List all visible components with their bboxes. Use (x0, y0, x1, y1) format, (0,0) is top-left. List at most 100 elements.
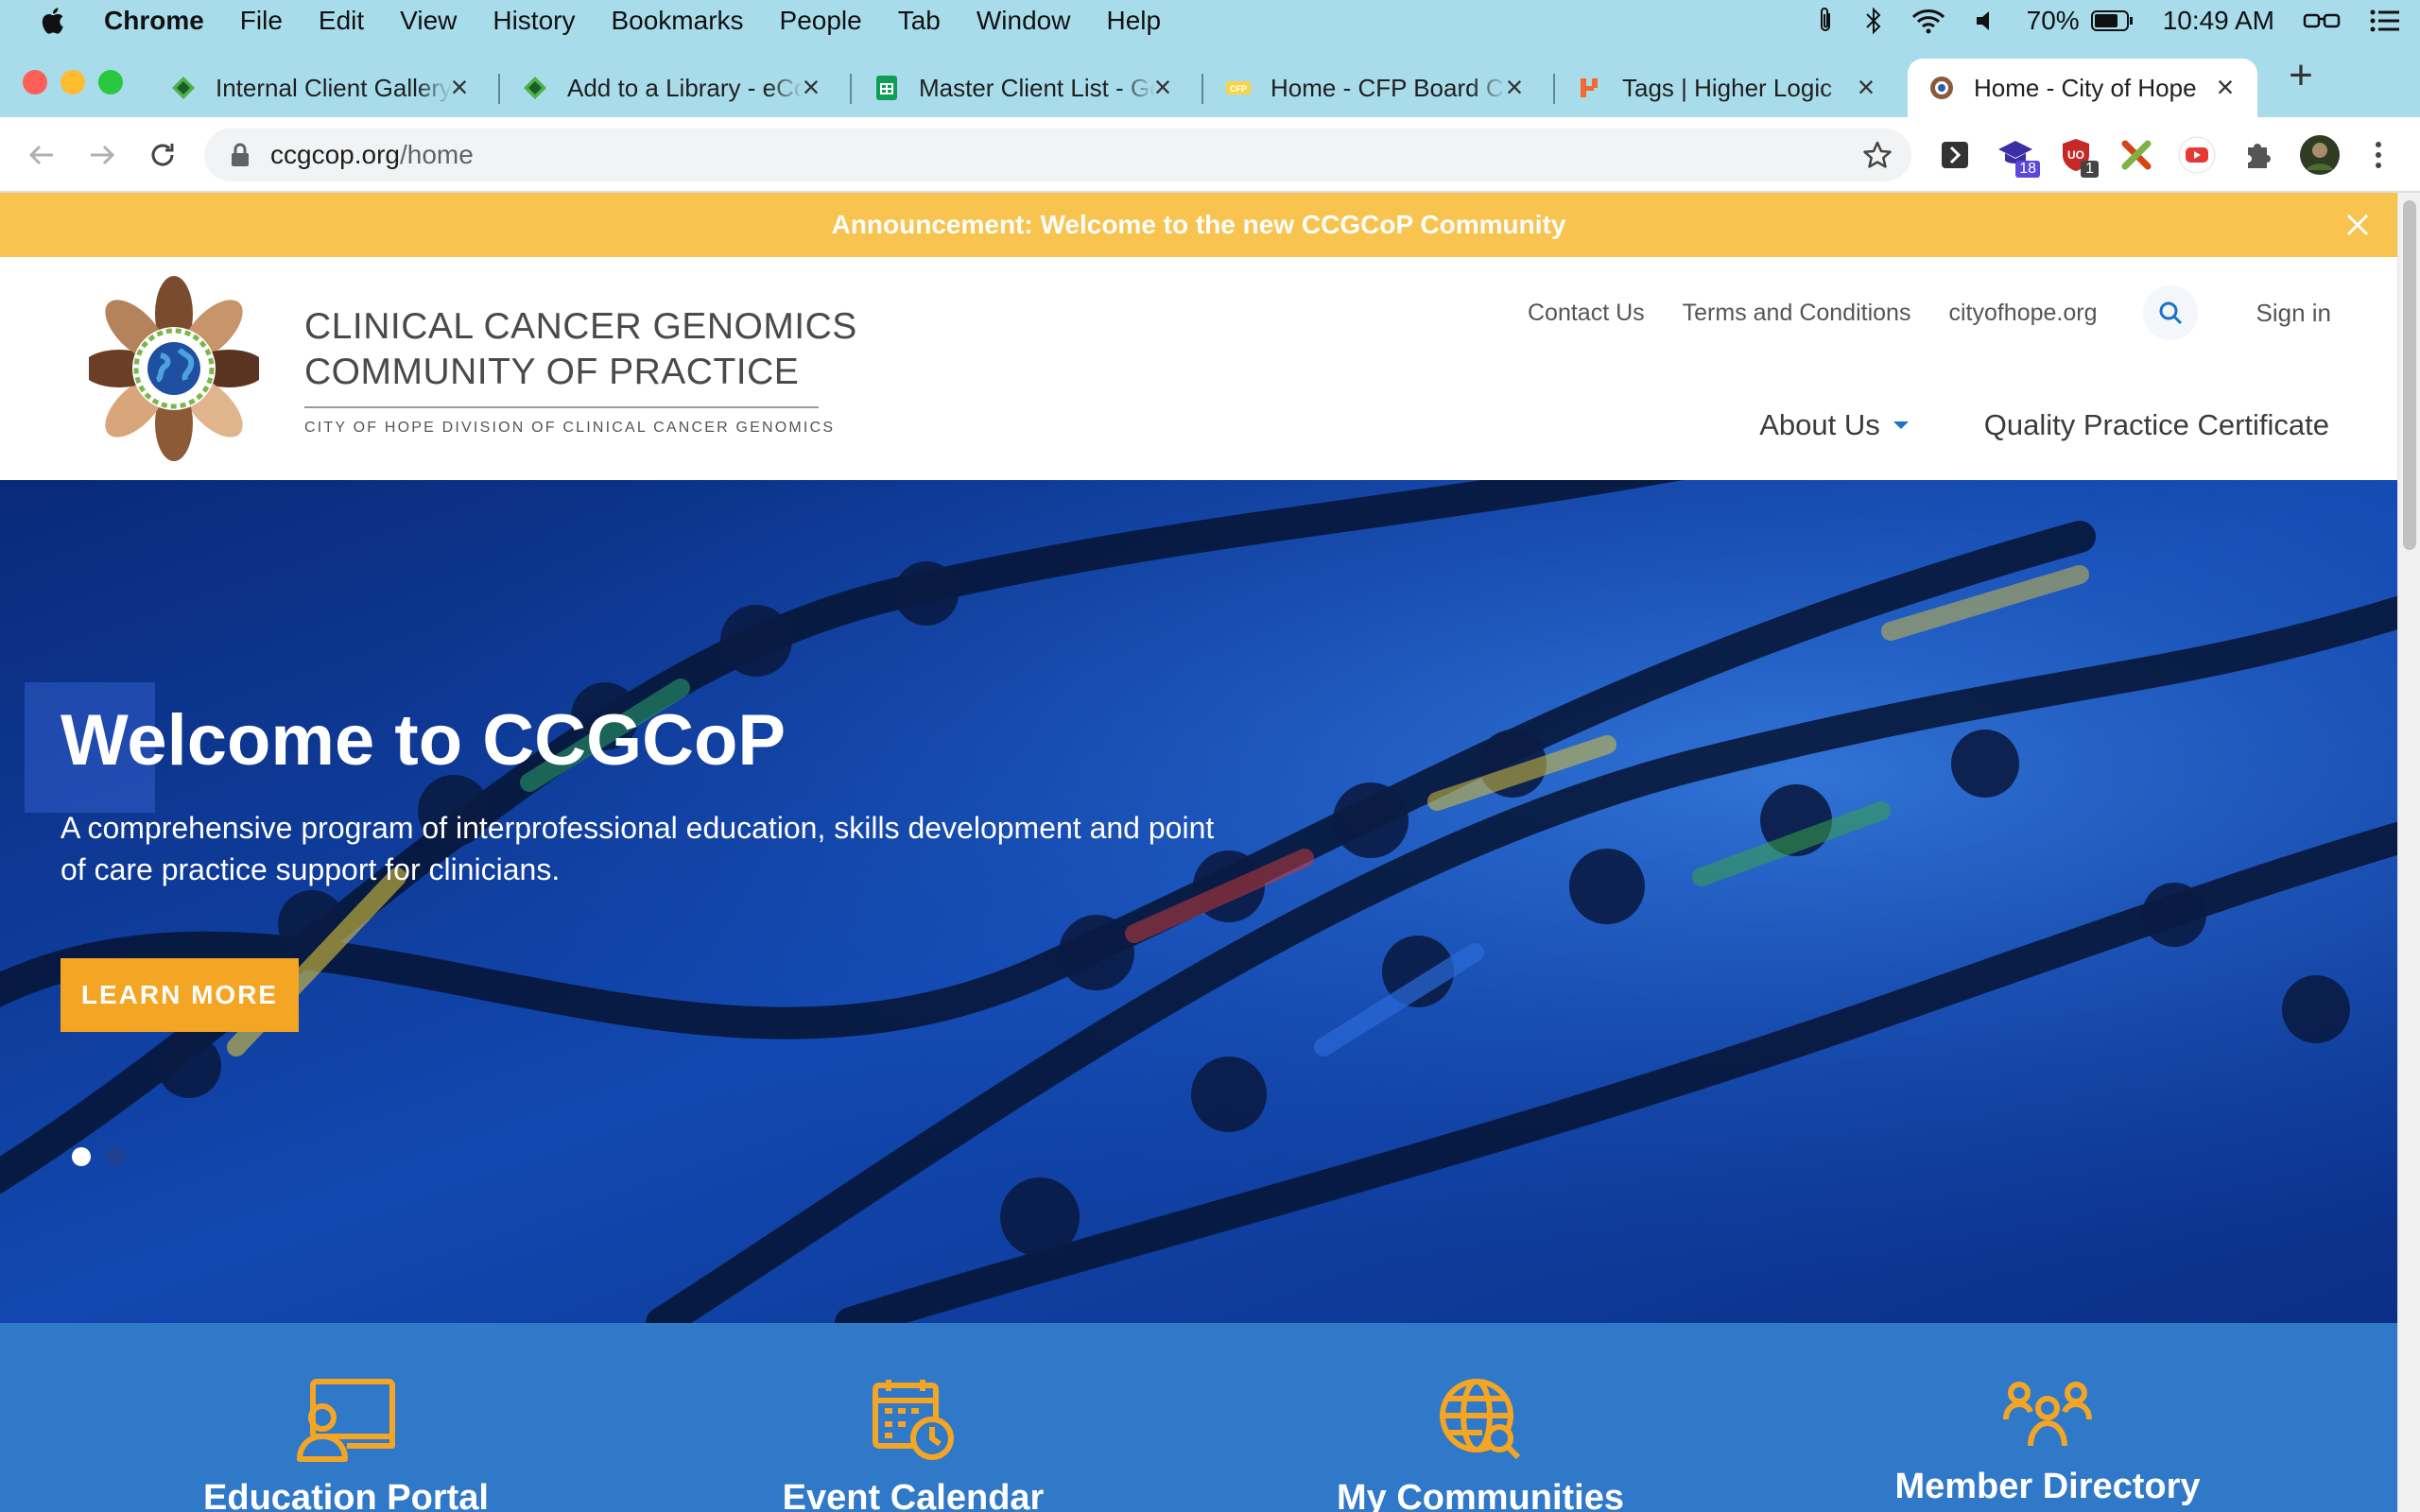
browser-toolbar: ccgcop.org/home 18 UO 1 (0, 117, 2420, 193)
menu-people[interactable]: People (780, 6, 862, 36)
url-domain: ccgcop.org (270, 140, 400, 169)
menu-history[interactable]: History (493, 6, 575, 36)
page-scrollbar[interactable] (2397, 193, 2420, 1512)
tab-divider (1201, 74, 1203, 104)
feature-event-calendar[interactable]: Event Calendar (715, 1376, 1112, 1512)
paperclip-icon[interactable] (1815, 6, 1836, 36)
new-tab-button[interactable]: + (2280, 55, 2322, 98)
tab-divider (498, 74, 500, 104)
svg-text:CFP: CFP (1230, 84, 1247, 94)
chrome-menu-icon[interactable] (2360, 136, 2397, 174)
tab-higher-logic[interactable]: Tags | Higher Logic × (1577, 59, 1898, 117)
menu-window[interactable]: Window (977, 6, 1071, 36)
menu-bookmarks[interactable]: Bookmarks (611, 6, 743, 36)
extension-youtube-icon[interactable] (2178, 136, 2216, 174)
tab-title: Internal Client Gallery (216, 73, 452, 102)
scrollbar-thumb[interactable] (2403, 200, 2416, 550)
extension-cross-icon[interactable] (2118, 136, 2155, 174)
status-area: 70% 10:49 AM (1815, 0, 2420, 42)
forward-arrow-icon[interactable] (83, 136, 121, 174)
notification-list-icon[interactable] (2369, 9, 2401, 33)
tab-master-client-list[interactable]: Master Client List - Go × (873, 59, 1195, 117)
window-minimize-button[interactable] (60, 70, 85, 94)
close-announcement-icon[interactable] (2341, 208, 2375, 242)
glasses-icon[interactable] (2303, 10, 2341, 31)
cityofhope-link[interactable]: cityofhope.org (1948, 300, 2097, 327)
clock-time[interactable]: 10:49 AM (2163, 6, 2274, 36)
feature-member-directory[interactable]: Member Directory (1849, 1376, 2246, 1507)
tab-title: Tags | Higher Logic (1622, 73, 1833, 102)
tab-cfp-board[interactable]: CFP Home - CFP Board Car × (1225, 59, 1547, 117)
menu-view[interactable]: View (400, 6, 457, 36)
close-icon[interactable]: × (444, 72, 475, 102)
feature-label: Event Calendar (782, 1478, 1045, 1512)
learn-more-button[interactable]: LEARN MORE (60, 958, 299, 1032)
extension-badge: 1 (2081, 161, 2099, 178)
higher-logic-favicon-icon (1581, 78, 1598, 97)
extensions-puzzle-icon[interactable] (2238, 136, 2276, 174)
brand-block: CLINICAL CANCER GENOMICS COMMUNITY OF PR… (304, 304, 857, 437)
brand-title-line2: COMMUNITY OF PRACTICE (304, 352, 800, 392)
brand-divider (304, 406, 819, 408)
menu-help[interactable]: Help (1106, 6, 1161, 36)
close-icon[interactable]: × (1851, 72, 1881, 102)
battery-icon[interactable] (2090, 9, 2135, 32)
window-zoom-button[interactable] (98, 70, 123, 94)
diamond-favicon-icon (172, 77, 195, 99)
caret-down-icon (1893, 421, 1909, 429)
url-path: /home (399, 140, 474, 169)
tab-city-of-hope[interactable]: Home - City of Hope × (1908, 59, 2257, 117)
utility-nav: Contact Us Terms and Conditions cityofho… (1490, 285, 2331, 340)
search-icon (2159, 301, 2182, 325)
cfp-favicon-icon: CFP (1226, 81, 1251, 94)
terms-link[interactable]: Terms and Conditions (1683, 300, 1911, 327)
close-icon[interactable]: × (2210, 72, 2240, 102)
menu-file[interactable]: File (240, 6, 283, 36)
extension-dark-icon[interactable] (1936, 136, 1974, 174)
nav-about-us[interactable]: About Us (1759, 408, 1909, 442)
sign-in-link[interactable]: Sign in (2256, 299, 2332, 328)
reload-icon[interactable] (144, 136, 182, 174)
hero-title: Welcome to CCGCoP (60, 700, 786, 781)
lock-icon[interactable] (229, 142, 251, 168)
carousel-dot-1[interactable] (72, 1147, 91, 1166)
ccgcop-logo[interactable] (89, 276, 259, 461)
tab-internal-client-gallery[interactable]: Internal Client Gallery × (170, 59, 492, 117)
feature-my-communities[interactable]: My Communities (1282, 1376, 1679, 1512)
menu-edit[interactable]: Edit (319, 6, 364, 36)
contact-us-link[interactable]: Contact Us (1528, 300, 1645, 327)
brand-title-line1: CLINICAL CANCER GENOMICS (304, 306, 857, 347)
nav-quality-practice-certificate[interactable]: Quality Practice Certificate (1984, 408, 2329, 442)
profile-avatar-icon[interactable] (2299, 134, 2341, 176)
menu-app-chrome[interactable]: Chrome (104, 6, 204, 36)
tab-add-to-library[interactable]: Add to a Library - eCo × (522, 59, 843, 117)
feature-label: Education Portal (203, 1478, 489, 1512)
feature-label: My Communities (1336, 1478, 1625, 1512)
extension-mortarboard-icon[interactable]: 18 (1996, 136, 2040, 178)
bookmark-star-icon[interactable] (1862, 140, 1893, 170)
carousel-dot-2[interactable] (106, 1147, 125, 1166)
close-icon[interactable]: × (1148, 72, 1178, 102)
search-button[interactable] (2142, 285, 2198, 340)
tab-title: Home - City of Hope (1974, 73, 2197, 102)
menu-tab[interactable]: Tab (898, 6, 941, 36)
dna-background-image (0, 480, 2397, 1323)
back-arrow-icon[interactable] (23, 136, 60, 174)
wifi-icon[interactable] (1911, 8, 1945, 34)
window-close-button[interactable] (23, 70, 47, 94)
volume-icon[interactable] (1974, 9, 1998, 33)
bluetooth-icon[interactable] (1864, 7, 1883, 35)
extension-badge: 18 (2015, 161, 2040, 178)
extension-red-shield-icon[interactable]: UO 1 (2057, 136, 2099, 178)
feature-education-portal[interactable]: Education Portal (147, 1376, 544, 1512)
announcement-text: Announcement: Welcome to the new CCGCoP … (831, 210, 1566, 239)
apple-logo-icon[interactable] (38, 5, 70, 37)
close-icon[interactable]: × (1499, 72, 1530, 102)
svg-text:UO: UO (2067, 148, 2084, 162)
nav-about-label: About Us (1759, 408, 1880, 441)
site-header: CLINICAL CANCER GENOMICS COMMUNITY OF PR… (0, 257, 2397, 480)
address-bar[interactable]: ccgcop.org/home (204, 129, 1911, 181)
close-icon[interactable]: × (796, 72, 826, 102)
calendar-clock-icon (873, 1380, 954, 1460)
web-page: Announcement: Welcome to the new CCGCoP … (0, 193, 2397, 1512)
